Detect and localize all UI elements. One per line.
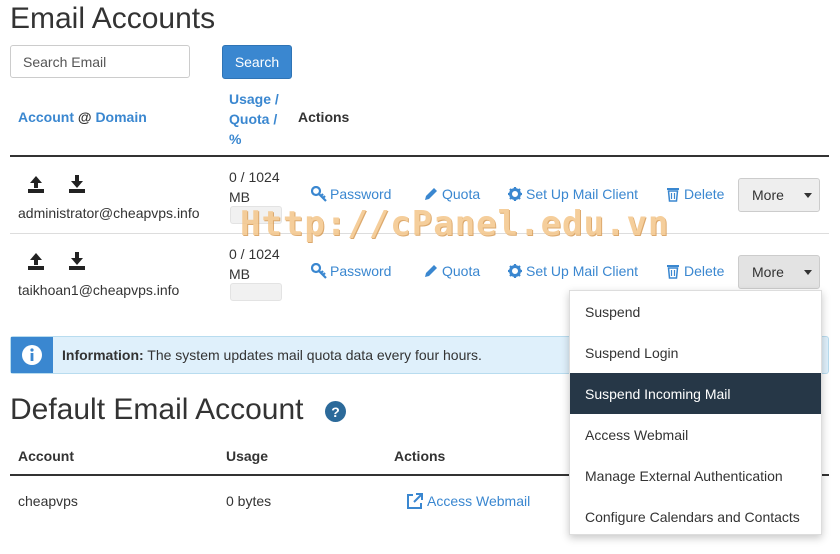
header-usage-quota: Usage / Quota / % bbox=[229, 89, 279, 149]
usage-value: 0 / 1024 bbox=[229, 246, 280, 262]
quota-bar bbox=[230, 206, 282, 224]
quota-bar bbox=[230, 283, 282, 301]
usage-value: 0 / 1024 bbox=[229, 169, 280, 185]
access-webmail-link[interactable]: Access Webmail bbox=[406, 492, 530, 510]
more-button[interactable]: More bbox=[738, 178, 820, 212]
menu-item-configure-calendars[interactable]: Configure Calendars and Contacts bbox=[570, 496, 821, 537]
sort-quota-link[interactable]: Quota / bbox=[229, 111, 277, 127]
upload-icon[interactable] bbox=[26, 251, 46, 271]
sort-domain-link[interactable]: Domain bbox=[95, 109, 146, 125]
header-actions: Actions bbox=[298, 109, 350, 125]
search-button[interactable]: Search bbox=[222, 45, 292, 79]
quota-link[interactable]: Quota bbox=[423, 186, 480, 202]
email-address: administrator@cheapvps.info bbox=[18, 205, 200, 221]
download-icon[interactable] bbox=[67, 251, 87, 271]
trash-icon bbox=[667, 188, 679, 202]
default-header-account: Account bbox=[18, 448, 74, 464]
sort-usage-link[interactable]: Usage / bbox=[229, 91, 279, 107]
usage-text: 0 / 1024 MB bbox=[229, 167, 280, 207]
header-at: @ bbox=[77, 109, 92, 125]
quota-link[interactable]: Quota bbox=[423, 263, 480, 279]
delete-link[interactable]: Delete bbox=[665, 186, 724, 202]
more-dropdown-menu: Suspend Suspend Login Suspend Incoming M… bbox=[569, 290, 822, 535]
default-account-name: cheapvps bbox=[18, 493, 78, 509]
menu-item-suspend-login[interactable]: Suspend Login bbox=[570, 332, 821, 373]
trash-icon bbox=[667, 265, 679, 279]
password-link[interactable]: Password bbox=[311, 263, 391, 279]
default-account-usage: 0 bytes bbox=[226, 493, 272, 509]
caret-down-icon bbox=[803, 269, 812, 275]
upload-icon[interactable] bbox=[26, 174, 46, 194]
menu-item-access-webmail[interactable]: Access Webmail bbox=[570, 414, 821, 455]
sort-percent-link[interactable]: % bbox=[229, 131, 241, 147]
header-account-domain: Account @ Domain bbox=[18, 109, 147, 125]
menu-item-manage-external-auth[interactable]: Manage External Authentication bbox=[570, 455, 821, 496]
usage-unit: MB bbox=[229, 266, 250, 282]
default-account-title: Default Email Account bbox=[10, 393, 304, 426]
gear-icon bbox=[508, 264, 522, 278]
search-email-input[interactable] bbox=[10, 45, 190, 78]
pencil-icon bbox=[425, 265, 437, 277]
key-icon bbox=[311, 263, 327, 279]
info-icon bbox=[11, 337, 53, 373]
setup-mail-client-link[interactable]: Set Up Mail Client bbox=[507, 263, 638, 279]
email-address: taikhoan1@cheapvps.info bbox=[18, 282, 180, 298]
usage-unit: MB bbox=[229, 189, 250, 205]
question-circle-icon[interactable]: ? bbox=[325, 401, 346, 422]
delete-link[interactable]: Delete bbox=[665, 263, 724, 279]
download-icon[interactable] bbox=[67, 174, 87, 194]
external-link-icon bbox=[407, 493, 423, 509]
password-link[interactable]: Password bbox=[311, 186, 391, 202]
key-icon bbox=[311, 186, 327, 202]
menu-item-suspend[interactable]: Suspend bbox=[570, 291, 821, 332]
page-title: Email Accounts bbox=[10, 2, 216, 35]
sort-account-link[interactable]: Account bbox=[18, 109, 74, 125]
watermark-text: Http://cPanel.edu.vn bbox=[240, 204, 670, 244]
pencil-icon bbox=[425, 188, 437, 200]
usage-text: 0 / 1024 MB bbox=[229, 244, 280, 284]
default-header-actions: Actions bbox=[394, 448, 446, 464]
menu-item-suspend-incoming-mail[interactable]: Suspend Incoming Mail bbox=[570, 373, 821, 414]
table-header-divider bbox=[10, 155, 829, 157]
default-header-usage: Usage bbox=[226, 448, 269, 464]
info-message: Information: The system updates mail quo… bbox=[62, 347, 482, 363]
more-button-open[interactable]: More bbox=[738, 255, 820, 289]
setup-mail-client-link[interactable]: Set Up Mail Client bbox=[507, 186, 638, 202]
gear-icon bbox=[508, 187, 522, 201]
row-divider bbox=[10, 233, 829, 234]
caret-down-icon bbox=[803, 192, 812, 198]
